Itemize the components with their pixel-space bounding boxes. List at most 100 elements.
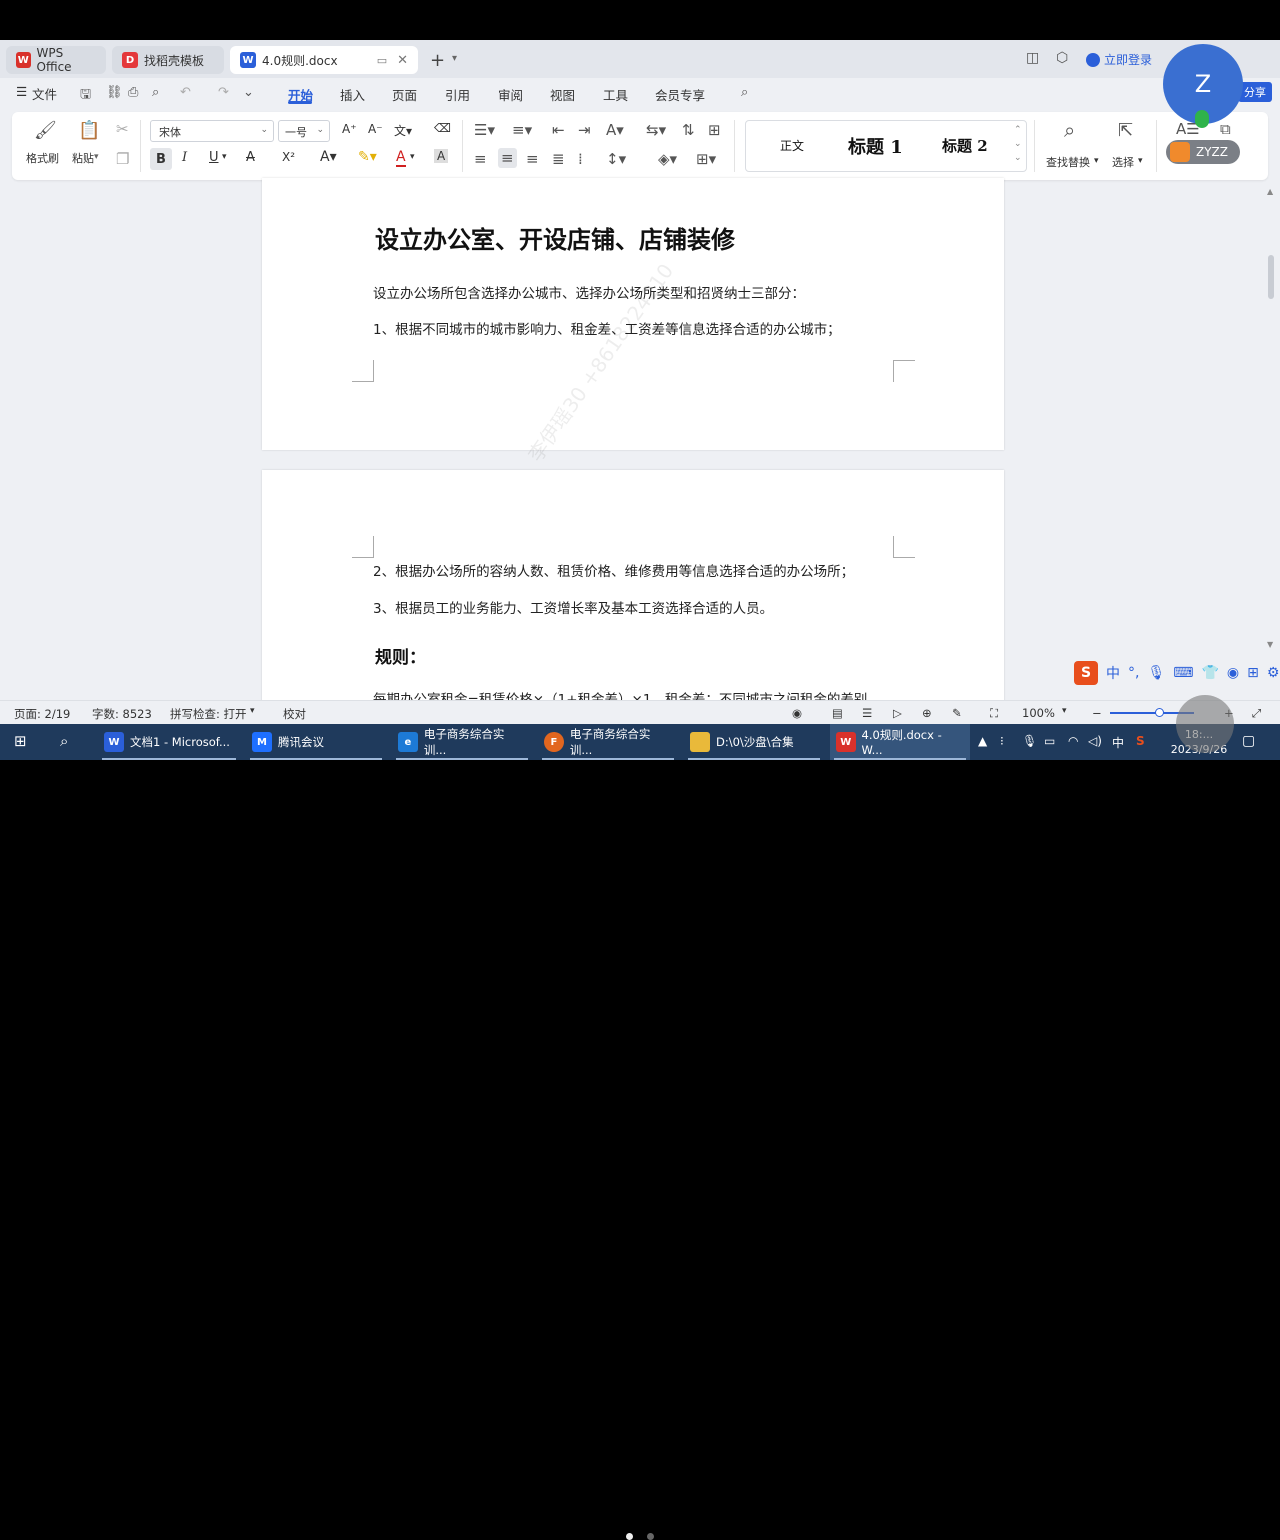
- paste-label[interactable]: 粘贴: [72, 150, 94, 166]
- taskbar-item-word[interactable]: W 文档1 - Microsof...: [98, 724, 240, 760]
- windows-start-icon[interactable]: ⊞: [14, 732, 27, 750]
- border-icon[interactable]: ⊞▾: [696, 150, 716, 168]
- word-count[interactable]: 字数: 8523: [92, 706, 152, 722]
- superscript-button[interactable]: X²: [282, 150, 295, 164]
- search-icon[interactable]: ⌕: [60, 732, 68, 750]
- chevron-down-icon[interactable]: ▾: [1094, 156, 1099, 166]
- chevron-down-icon[interactable]: ▾: [452, 53, 457, 64]
- menu-review[interactable]: 审阅: [498, 85, 523, 104]
- chevron-down-icon[interactable]: ▾: [222, 152, 227, 162]
- select-cursor-icon[interactable]: ⇱: [1118, 120, 1133, 141]
- layout-icon[interactable]: ◫: [1026, 50, 1039, 66]
- meeting-tray-icon[interactable]: ▲: [978, 734, 987, 748]
- select-label[interactable]: 选择: [1112, 154, 1134, 170]
- undo-icon[interactable]: ↶: [180, 85, 191, 100]
- cut-icon[interactable]: ✂: [116, 120, 129, 138]
- menu-page[interactable]: 页面: [392, 85, 417, 104]
- zoom-out-icon[interactable]: −: [1092, 706, 1102, 720]
- monitor-icon[interactable]: ▭: [377, 54, 387, 67]
- justify-icon[interactable]: ≣: [552, 150, 565, 168]
- tray-icon[interactable]: ⁝: [1000, 734, 1004, 748]
- sogou-logo-icon[interactable]: S: [1074, 661, 1098, 685]
- grid-icon[interactable]: ⊞: [1247, 665, 1259, 681]
- decrease-font-icon[interactable]: A⁻: [368, 122, 383, 136]
- print-preview-icon[interactable]: ⌕: [152, 85, 159, 100]
- skin-icon[interactable]: 👕: [1201, 665, 1218, 681]
- chevron-down-icon[interactable]: ▾: [1062, 706, 1067, 716]
- font-color-icon[interactable]: A: [396, 149, 406, 167]
- save-icon[interactable]: 🖫: [80, 85, 91, 107]
- mic-icon[interactable]: 🎙: [1022, 734, 1037, 748]
- taskbar-item-ie[interactable]: e 电子商务综合实训...: [392, 724, 532, 760]
- scroll-up-icon[interactable]: ▲: [1267, 187, 1273, 196]
- settings-icon[interactable]: ⚙: [1267, 665, 1280, 681]
- ime-language[interactable]: 中: [1106, 663, 1120, 683]
- menu-file[interactable]: 文件: [32, 84, 57, 103]
- underline-button[interactable]: U: [209, 150, 219, 165]
- text-direction-icon[interactable]: A▾: [606, 121, 624, 139]
- web-view-icon[interactable]: ⊕: [922, 706, 932, 720]
- increase-font-icon[interactable]: A⁺: [342, 122, 357, 136]
- taskbar-item-firefox[interactable]: F 电子商务综合实训...: [538, 724, 678, 760]
- spell-check-toggle[interactable]: 拼写检查: 打开: [170, 706, 247, 722]
- pen-icon[interactable]: ✎: [952, 706, 962, 720]
- bullet-list-icon[interactable]: ☰▾: [474, 121, 495, 139]
- tab-wps-office[interactable]: W WPS Office: [6, 46, 106, 74]
- phonetic-icon[interactable]: 文▾: [394, 122, 412, 139]
- eraser-icon[interactable]: ⌫: [434, 121, 451, 135]
- align-left-icon[interactable]: ≡: [474, 150, 487, 168]
- text-effect-icon[interactable]: A▾: [320, 149, 337, 165]
- chevron-down-icon[interactable]: ⌄: [243, 85, 254, 100]
- punctuation-icon[interactable]: °,: [1128, 665, 1139, 681]
- mic-icon[interactable]: 🎙: [1147, 665, 1165, 681]
- italic-button[interactable]: I: [182, 150, 187, 165]
- play-icon[interactable]: ▷: [893, 706, 902, 720]
- decrease-indent-icon[interactable]: ⇤: [552, 121, 565, 139]
- show-marks-icon[interactable]: ⊞: [708, 121, 721, 139]
- battery-icon[interactable]: ▭: [1044, 734, 1055, 748]
- style-heading-1[interactable]: 标题 1: [848, 133, 903, 159]
- link-icon[interactable]: ⛓: [106, 85, 123, 100]
- strikethrough-button[interactable]: A: [246, 150, 255, 165]
- proofread-button[interactable]: 校对: [283, 706, 306, 722]
- style-heading-2[interactable]: 标题 2: [942, 135, 988, 156]
- numbered-list-icon[interactable]: ≡▾: [512, 121, 532, 139]
- floating-mic-button[interactable]: [1176, 695, 1234, 753]
- menu-insert[interactable]: 插入: [340, 85, 365, 104]
- find-replace-label[interactable]: 查找替换: [1046, 154, 1090, 170]
- sogou-tray-icon[interactable]: S: [1136, 734, 1145, 748]
- chevron-down-icon[interactable]: ⌄: [1014, 139, 1022, 149]
- style-normal[interactable]: 正文: [780, 137, 804, 154]
- share-button[interactable]: 分享: [1238, 82, 1272, 102]
- sort-icon[interactable]: ⇅: [682, 121, 695, 139]
- line-spacing-icon[interactable]: ↕▾: [606, 150, 626, 168]
- chevron-down-icon[interactable]: ▾: [94, 152, 99, 162]
- pager-dot[interactable]: [626, 1533, 633, 1540]
- menu-reference[interactable]: 引用: [445, 85, 470, 104]
- menu-tools[interactable]: 工具: [603, 85, 628, 104]
- tab-document[interactable]: W 4.0规则.docx ▭ ✕: [230, 46, 418, 74]
- font-name-select[interactable]: 宋体 ⌄: [150, 120, 274, 142]
- taskbar-item-meeting[interactable]: M 腾讯会议: [246, 724, 386, 760]
- pager-dot[interactable]: [647, 1533, 654, 1540]
- chevron-down-icon[interactable]: ▾: [410, 152, 415, 162]
- hamburger-icon[interactable]: ☰: [16, 84, 27, 99]
- bold-button[interactable]: B: [150, 148, 172, 170]
- volume-icon[interactable]: ◁): [1088, 734, 1102, 748]
- chevron-down-icon[interactable]: ▾: [1138, 156, 1143, 166]
- eye-icon[interactable]: ◉: [792, 706, 802, 720]
- format-painter-label[interactable]: 格式刷: [26, 150, 59, 166]
- notification-icon[interactable]: ▢: [1242, 733, 1255, 749]
- line-break-icon[interactable]: ⇆▾: [646, 121, 666, 139]
- copy-icon[interactable]: ❐: [116, 150, 129, 168]
- print-icon[interactable]: ⎙: [128, 85, 138, 100]
- menu-view[interactable]: 视图: [550, 85, 575, 104]
- robot-icon[interactable]: ◉: [1227, 665, 1239, 681]
- highlight-icon[interactable]: ✎▾: [358, 149, 377, 165]
- taskbar-item-folder[interactable]: D:\0\沙盘\合集: [684, 724, 824, 760]
- vertical-scrollbar[interactable]: [1268, 255, 1274, 299]
- distributed-icon[interactable]: ⁞: [578, 150, 583, 168]
- fullscreen-icon[interactable]: ⤢: [1252, 706, 1261, 721]
- new-tab-plus-icon[interactable]: +: [430, 50, 445, 71]
- paste-icon[interactable]: 📋: [78, 120, 100, 141]
